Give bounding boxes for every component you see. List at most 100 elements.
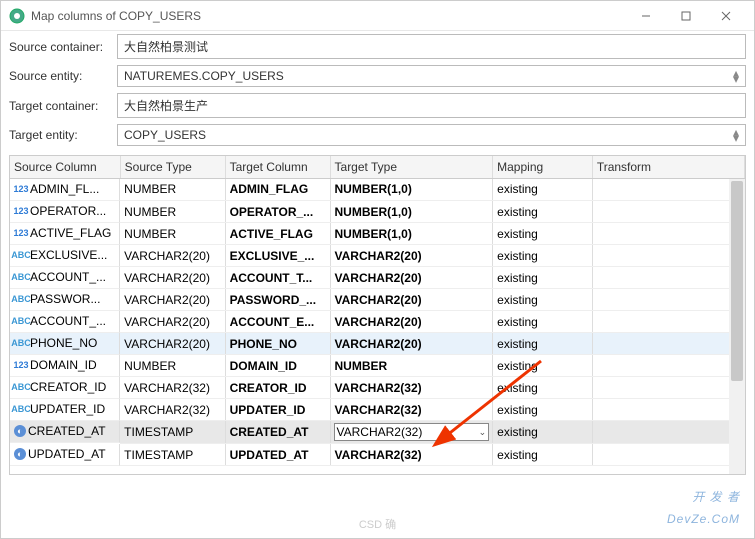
table-row[interactable]: 123DOMAIN_ID NUMBER DOMAIN_ID NUMBER exi…	[10, 355, 745, 377]
target-column-cell[interactable]: PHONE_NO	[225, 333, 330, 355]
transform-cell[interactable]	[592, 399, 744, 421]
mapping-cell[interactable]: existing	[493, 421, 593, 444]
target-column-cell[interactable]: CREATOR_ID	[225, 377, 330, 399]
target-column-cell[interactable]: CREATED_AT	[225, 421, 330, 444]
target-entity-field[interactable]: COPY_USERS ▴▾	[117, 124, 746, 146]
th-transform[interactable]: Transform	[592, 156, 744, 178]
mapping-cell[interactable]: existing	[493, 223, 593, 245]
table-row[interactable]: ◐UPDATED_AT TIMESTAMP UPDATED_AT VARCHAR…	[10, 444, 745, 466]
transform-cell[interactable]	[592, 178, 744, 201]
source-entity-field[interactable]: NATUREMES.COPY_USERS ▴▾	[117, 65, 746, 87]
mapping-cell[interactable]: existing	[493, 444, 593, 466]
maximize-button[interactable]	[666, 1, 706, 31]
mapping-cell[interactable]: existing	[493, 333, 593, 355]
target-type-cell[interactable]: VARCHAR2(32)	[330, 444, 493, 466]
source-column-cell[interactable]: ◐CREATED_AT	[10, 421, 120, 443]
target-type-cell[interactable]: VARCHAR2(20)	[330, 267, 493, 289]
transform-cell[interactable]	[592, 421, 744, 444]
table-row[interactable]: ABCUPDATER_ID VARCHAR2(32) UPDATER_ID VA…	[10, 399, 745, 421]
mapping-cell[interactable]: existing	[493, 399, 593, 421]
close-button[interactable]	[706, 1, 746, 31]
target-column-cell[interactable]: EXCLUSIVE_...	[225, 245, 330, 267]
source-type-cell[interactable]: TIMESTAMP	[120, 421, 225, 444]
mapping-cell[interactable]: existing	[493, 267, 593, 289]
transform-cell[interactable]	[592, 311, 744, 333]
target-type-cell[interactable]: NUMBER	[330, 355, 493, 377]
target-container-field[interactable]: 大自然柏景生产	[117, 93, 746, 118]
target-column-cell[interactable]: DOMAIN_ID	[225, 355, 330, 377]
table-row[interactable]: ABCPHONE_NO VARCHAR2(20) PHONE_NO VARCHA…	[10, 333, 745, 355]
transform-cell[interactable]	[592, 267, 744, 289]
transform-cell[interactable]	[592, 444, 744, 466]
target-column-cell[interactable]: UPDATER_ID	[225, 399, 330, 421]
source-column-cell[interactable]: ABCUPDATER_ID	[10, 399, 120, 421]
mapping-cell[interactable]: existing	[493, 289, 593, 311]
source-type-cell[interactable]: VARCHAR2(20)	[120, 311, 225, 333]
target-type-combo[interactable]: VARCHAR2(32)⌄	[334, 423, 490, 441]
mapping-cell[interactable]: existing	[493, 377, 593, 399]
table-row[interactable]: ABCACCOUNT_... VARCHAR2(20) ACCOUNT_T...…	[10, 267, 745, 289]
table-row[interactable]: 123ACTIVE_FLAG NUMBER ACTIVE_FLAG NUMBER…	[10, 223, 745, 245]
dropdown-icon[interactable]: ▴▾	[733, 70, 739, 82]
source-column-cell[interactable]: 123OPERATOR...	[10, 201, 120, 223]
target-column-cell[interactable]: ACTIVE_FLAG	[225, 223, 330, 245]
source-type-cell[interactable]: VARCHAR2(20)	[120, 333, 225, 355]
target-type-cell[interactable]: VARCHAR2(20)	[330, 333, 493, 355]
source-type-cell[interactable]: NUMBER	[120, 355, 225, 377]
source-column-cell[interactable]: 123ADMIN_FL...	[10, 179, 120, 201]
source-type-cell[interactable]: NUMBER	[120, 201, 225, 223]
source-column-cell[interactable]: ◐UPDATED_AT	[10, 444, 120, 466]
source-type-cell[interactable]: VARCHAR2(20)	[120, 267, 225, 289]
source-column-cell[interactable]: ABCACCOUNT_...	[10, 267, 120, 289]
source-container-field[interactable]: 大自然柏景测试	[117, 34, 746, 59]
table-row[interactable]: ABCPASSWOR... VARCHAR2(20) PASSWORD_... …	[10, 289, 745, 311]
transform-cell[interactable]	[592, 223, 744, 245]
table-row[interactable]: ABCEXCLUSIVE... VARCHAR2(20) EXCLUSIVE_.…	[10, 245, 745, 267]
table-row[interactable]: 123OPERATOR... NUMBER OPERATOR_... NUMBE…	[10, 201, 745, 223]
mapping-cell[interactable]: existing	[493, 355, 593, 377]
mapping-cell[interactable]: existing	[493, 245, 593, 267]
target-column-cell[interactable]: ACCOUNT_E...	[225, 311, 330, 333]
th-target-type[interactable]: Target Type	[330, 156, 493, 178]
target-type-cell[interactable]: VARCHAR2(20)	[330, 311, 493, 333]
target-column-cell[interactable]: ADMIN_FLAG	[225, 178, 330, 201]
transform-cell[interactable]	[592, 201, 744, 223]
th-source-column[interactable]: Source Column	[10, 156, 120, 178]
vertical-scrollbar[interactable]	[729, 179, 745, 474]
source-type-cell[interactable]: VARCHAR2(20)	[120, 289, 225, 311]
table-row[interactable]: ABCCREATOR_ID VARCHAR2(32) CREATOR_ID VA…	[10, 377, 745, 399]
transform-cell[interactable]	[592, 333, 744, 355]
mapping-cell[interactable]: existing	[493, 178, 593, 201]
target-type-cell[interactable]: VARCHAR2(32)	[330, 399, 493, 421]
th-target-column[interactable]: Target Column	[225, 156, 330, 178]
source-column-cell[interactable]: ABCPASSWOR...	[10, 289, 120, 311]
table-row[interactable]: 123ADMIN_FL... NUMBER ADMIN_FLAG NUMBER(…	[10, 178, 745, 201]
transform-cell[interactable]	[592, 245, 744, 267]
source-type-cell[interactable]: VARCHAR2(32)	[120, 399, 225, 421]
chevron-down-icon[interactable]: ⌄	[479, 427, 487, 438]
target-type-cell[interactable]: VARCHAR2(20)	[330, 289, 493, 311]
source-column-cell[interactable]: ABCACCOUNT_...	[10, 311, 120, 333]
minimize-button[interactable]	[626, 1, 666, 31]
dropdown-icon[interactable]: ▴▾	[733, 129, 739, 141]
target-column-cell[interactable]: PASSWORD_...	[225, 289, 330, 311]
table-row[interactable]: ABCACCOUNT_... VARCHAR2(20) ACCOUNT_E...…	[10, 311, 745, 333]
source-type-cell[interactable]: TIMESTAMP	[120, 444, 225, 466]
scrollbar-thumb[interactable]	[731, 181, 743, 381]
target-column-cell[interactable]: OPERATOR_...	[225, 201, 330, 223]
target-type-cell[interactable]: VARCHAR2(20)	[330, 245, 493, 267]
table-row[interactable]: ◐CREATED_AT TIMESTAMP CREATED_AT VARCHAR…	[10, 421, 745, 444]
target-column-cell[interactable]: ACCOUNT_T...	[225, 267, 330, 289]
th-mapping[interactable]: Mapping	[493, 156, 593, 178]
target-type-cell[interactable]: VARCHAR2(32)	[330, 377, 493, 399]
source-column-cell[interactable]: ABCCREATOR_ID	[10, 377, 120, 399]
target-type-cell[interactable]: NUMBER(1,0)	[330, 201, 493, 223]
th-source-type[interactable]: Source Type	[120, 156, 225, 178]
mapping-cell[interactable]: existing	[493, 311, 593, 333]
transform-cell[interactable]	[592, 377, 744, 399]
source-type-cell[interactable]: VARCHAR2(32)	[120, 377, 225, 399]
source-column-cell[interactable]: 123DOMAIN_ID	[10, 355, 120, 377]
source-column-cell[interactable]: ABCPHONE_NO	[10, 333, 120, 355]
source-type-cell[interactable]: NUMBER	[120, 223, 225, 245]
source-type-cell[interactable]: VARCHAR2(20)	[120, 245, 225, 267]
